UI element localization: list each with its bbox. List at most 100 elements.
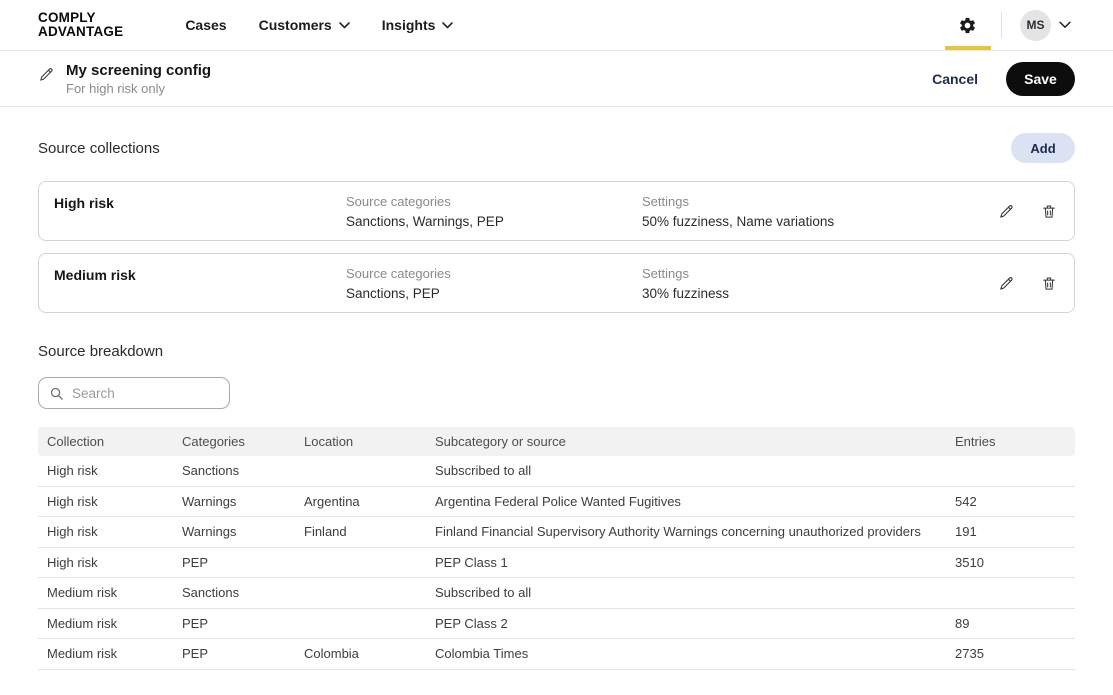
- cell-categories: Sanctions: [182, 585, 304, 600]
- header-actions: Cancel Save: [932, 62, 1075, 96]
- column-header-collection: Collection: [47, 434, 182, 449]
- nav-item-customers[interactable]: Customers: [247, 9, 362, 41]
- config-header: My screening config For high risk only C…: [0, 51, 1113, 107]
- source-breakdown-title: Source breakdown: [38, 343, 1075, 360]
- nav-item-insights[interactable]: Insights: [370, 9, 466, 41]
- collection-name: Medium risk: [54, 267, 346, 283]
- cell-collection: High risk: [47, 524, 182, 539]
- cell-collection: Medium risk: [47, 616, 182, 631]
- pencil-icon: [998, 275, 1015, 292]
- logo-line-2: ADVANTAGE: [38, 25, 123, 39]
- table-body: High risk Sanctions Subscribed to all Hi…: [38, 456, 1075, 670]
- cell-subcategory: Subscribed to all: [435, 463, 955, 478]
- settings-label: Settings: [642, 266, 938, 281]
- edit-collection-button[interactable]: [996, 201, 1017, 222]
- page-subtitle: For high risk only: [66, 81, 211, 96]
- pencil-icon: [998, 203, 1015, 220]
- table-row: Medium risk PEP PEP Class 2 89: [38, 609, 1075, 640]
- cell-collection: Medium risk: [47, 585, 182, 600]
- nav-divider: [1001, 12, 1002, 38]
- add-collection-button[interactable]: Add: [1011, 133, 1075, 163]
- nav-item-insights-label: Insights: [382, 17, 436, 33]
- cell-entries: 191: [955, 524, 1027, 539]
- cell-subcategory: Argentina Federal Police Wanted Fugitive…: [435, 494, 955, 509]
- cell-categories: PEP: [182, 646, 304, 661]
- settings-label: Settings: [642, 194, 938, 209]
- categories-label: Source categories: [346, 194, 642, 209]
- cell-subcategory: Finland Financial Supervisory Authority …: [435, 524, 955, 539]
- config-title-text: My screening config For high risk only: [66, 62, 211, 96]
- nav-item-cases[interactable]: Cases: [173, 9, 238, 41]
- trash-icon: [1041, 203, 1057, 220]
- column-header-subcategory: Subcategory or source: [435, 434, 955, 449]
- cell-categories: PEP: [182, 555, 304, 570]
- cell-categories: Warnings: [182, 524, 304, 539]
- table-row: High risk Warnings Finland Finland Finan…: [38, 517, 1075, 548]
- cell-location: Finland: [304, 524, 435, 539]
- avatar: MS: [1020, 10, 1051, 41]
- settings-value: 50% fuzziness, Name variations: [642, 214, 938, 229]
- cell-entries: 89: [955, 616, 1027, 631]
- cell-categories: PEP: [182, 616, 304, 631]
- trash-icon: [1041, 275, 1057, 292]
- search-icon: [49, 386, 64, 401]
- complyadvantage-logo[interactable]: COMPLY ADVANTAGE: [38, 11, 123, 39]
- table-row: High risk PEP PEP Class 1 3510: [38, 548, 1075, 579]
- search-input[interactable]: [72, 386, 219, 401]
- cell-location: Colombia: [304, 646, 435, 661]
- user-menu-button[interactable]: MS: [1006, 10, 1075, 41]
- card-actions: [996, 201, 1059, 222]
- delete-collection-button[interactable]: [1039, 201, 1059, 222]
- gear-icon: [958, 16, 977, 35]
- cell-collection: High risk: [47, 463, 182, 478]
- collection-settings: Settings 50% fuzziness, Name variations: [642, 194, 938, 229]
- source-collections-header: Source collections Add: [38, 133, 1075, 163]
- edit-collection-button[interactable]: [996, 273, 1017, 294]
- collection-name: High risk: [54, 195, 346, 211]
- collection-categories: Source categories Sanctions, PEP: [346, 266, 642, 301]
- collection-card-medium-risk: Medium risk Source categories Sanctions,…: [38, 253, 1075, 313]
- table-header-row: Collection Categories Location Subcatego…: [38, 427, 1075, 456]
- cell-entries: 3510: [955, 555, 1027, 570]
- chevron-down-icon: [1059, 21, 1071, 29]
- table-row: Medium risk PEP Colombia Colombia Times …: [38, 639, 1075, 670]
- cancel-button[interactable]: Cancel: [932, 71, 978, 87]
- cell-subcategory: Colombia Times: [435, 646, 955, 661]
- save-button[interactable]: Save: [1006, 62, 1075, 96]
- page-title: My screening config: [66, 62, 211, 79]
- main-content: Source collections Add High risk Source …: [0, 133, 1113, 670]
- source-breakdown-table: Collection Categories Location Subcatego…: [38, 427, 1075, 670]
- collection-settings: Settings 30% fuzziness: [642, 266, 938, 301]
- nav-right: MS: [938, 0, 1075, 50]
- cell-collection: High risk: [47, 494, 182, 509]
- cell-entries: 542: [955, 494, 1027, 509]
- collection-categories: Source categories Sanctions, Warnings, P…: [346, 194, 642, 229]
- source-collections-title: Source collections: [38, 140, 160, 157]
- cell-collection: Medium risk: [47, 646, 182, 661]
- cell-subcategory: PEP Class 2: [435, 616, 955, 631]
- pencil-icon[interactable]: [38, 66, 55, 83]
- categories-value: Sanctions, Warnings, PEP: [346, 214, 642, 229]
- nav-item-customers-label: Customers: [259, 17, 332, 33]
- table-row: Medium risk Sanctions Subscribed to all: [38, 578, 1075, 609]
- delete-collection-button[interactable]: [1039, 273, 1059, 294]
- table-row: High risk Warnings Argentina Argentina F…: [38, 487, 1075, 518]
- primary-nav: Cases Customers Insights: [173, 9, 465, 41]
- card-actions: [996, 273, 1059, 294]
- column-header-categories: Categories: [182, 434, 304, 449]
- cell-categories: Warnings: [182, 494, 304, 509]
- categories-value: Sanctions, PEP: [346, 286, 642, 301]
- settings-button[interactable]: [938, 0, 997, 50]
- chevron-down-icon: [339, 22, 350, 29]
- cell-collection: High risk: [47, 555, 182, 570]
- column-header-location: Location: [304, 434, 435, 449]
- collection-card-high-risk: High risk Source categories Sanctions, W…: [38, 181, 1075, 241]
- table-row: High risk Sanctions Subscribed to all: [38, 456, 1075, 487]
- active-tab-indicator: [945, 46, 991, 50]
- config-title-block: My screening config For high risk only: [38, 62, 211, 96]
- categories-label: Source categories: [346, 266, 642, 281]
- column-header-entries: Entries: [955, 434, 1027, 449]
- cell-location: Argentina: [304, 494, 435, 509]
- nav-item-cases-label: Cases: [185, 17, 226, 33]
- cell-categories: Sanctions: [182, 463, 304, 478]
